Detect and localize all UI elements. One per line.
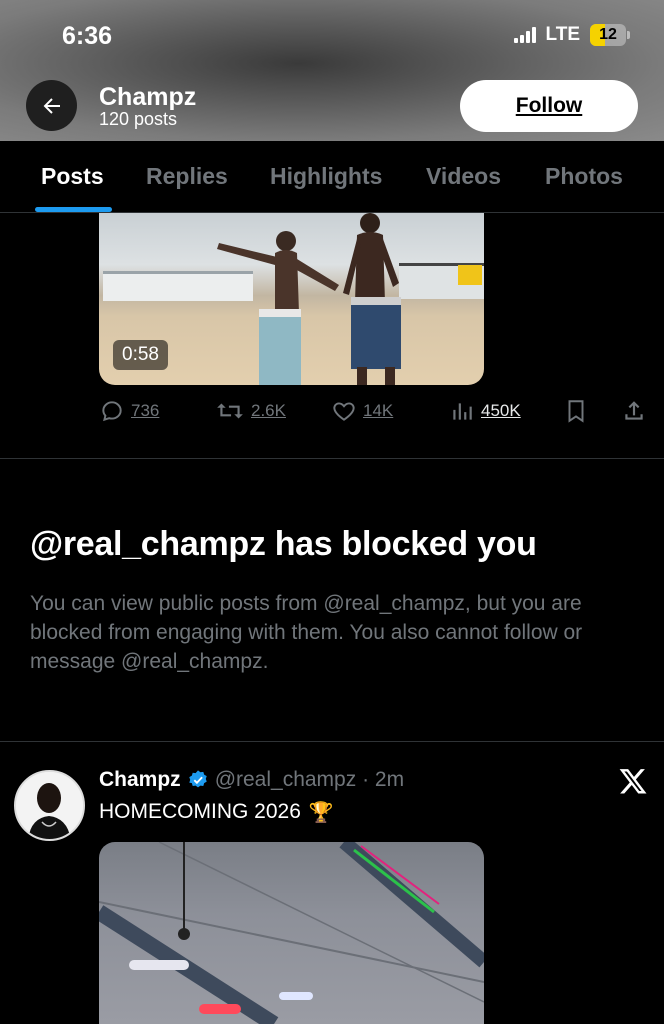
reply-icon bbox=[102, 401, 122, 422]
back-button[interactable] bbox=[26, 80, 77, 131]
post-author[interactable]: Champz bbox=[99, 768, 181, 792]
tab-videos[interactable]: Videos bbox=[426, 163, 501, 190]
profile-name: Champz bbox=[99, 83, 197, 111]
active-tab-indicator bbox=[35, 207, 112, 212]
tab-replies[interactable]: Replies bbox=[146, 163, 228, 190]
bookmark-icon bbox=[568, 400, 584, 423]
verified-badge-icon bbox=[187, 769, 209, 791]
tab-highlights[interactable]: Highlights bbox=[270, 163, 382, 190]
views-button[interactable]: 450K bbox=[449, 398, 521, 424]
views-chart-icon bbox=[453, 403, 472, 420]
post-text: HOMECOMING 2026 🏆 bbox=[99, 800, 334, 824]
profile-header: 6:36 LTE 12 Champz 120 posts Follow bbox=[0, 0, 664, 141]
status-indicators: LTE 12 bbox=[513, 24, 630, 46]
x-logo-icon[interactable] bbox=[618, 766, 648, 796]
post-header: Champz @real_champz · 2m bbox=[99, 768, 404, 792]
profile-tabs: Posts Replies Highlights Videos Photos bbox=[0, 141, 664, 213]
video-duration-badge: 0:58 bbox=[113, 340, 168, 370]
like-count: 14K bbox=[363, 401, 394, 420]
video-scene-stage bbox=[99, 842, 484, 1024]
tab-posts[interactable]: Posts bbox=[41, 163, 104, 190]
status-time: 6:36 bbox=[62, 22, 113, 50]
blocked-description: You can view public posts from @real_cha… bbox=[30, 592, 583, 673]
blocked-title: @real_champz has blocked you bbox=[30, 525, 537, 563]
repost-icon bbox=[217, 403, 243, 419]
like-button[interactable]: 14K bbox=[331, 398, 393, 424]
divider bbox=[0, 741, 664, 742]
post-video[interactable]: 0:58 bbox=[99, 213, 484, 385]
heart-icon bbox=[333, 402, 355, 421]
follow-button[interactable]: Follow bbox=[460, 80, 638, 132]
post-text-content: HOMECOMING 2026 bbox=[99, 800, 301, 823]
post-count: 120 posts bbox=[99, 109, 178, 129]
share-button[interactable] bbox=[621, 398, 647, 424]
bookmark-button[interactable] bbox=[565, 398, 587, 424]
reply-count: 736 bbox=[131, 401, 160, 420]
arrow-left-icon bbox=[43, 97, 60, 114]
repost-button[interactable]: 2.6K bbox=[215, 398, 286, 424]
post-action-bar: 736 2.6K 14K 450K bbox=[99, 398, 649, 428]
divider bbox=[0, 458, 664, 459]
battery-level: 12 bbox=[599, 26, 617, 43]
post-handle-time: @real_champz · 2m bbox=[214, 768, 405, 791]
share-icon bbox=[625, 401, 643, 420]
network-label: LTE bbox=[545, 24, 580, 45]
reply-button[interactable]: 736 bbox=[99, 398, 159, 424]
signal-icon bbox=[513, 27, 536, 43]
post-video-2[interactable] bbox=[99, 842, 484, 1024]
repost-count: 2.6K bbox=[251, 401, 286, 420]
tab-photos[interactable]: Photos bbox=[545, 163, 623, 190]
views-count: 450K bbox=[481, 401, 521, 420]
avatar[interactable] bbox=[14, 770, 85, 841]
battery-icon: 12 bbox=[590, 24, 630, 46]
avatar-image bbox=[16, 772, 83, 839]
trophy-emoji: 🏆 bbox=[308, 800, 334, 824]
